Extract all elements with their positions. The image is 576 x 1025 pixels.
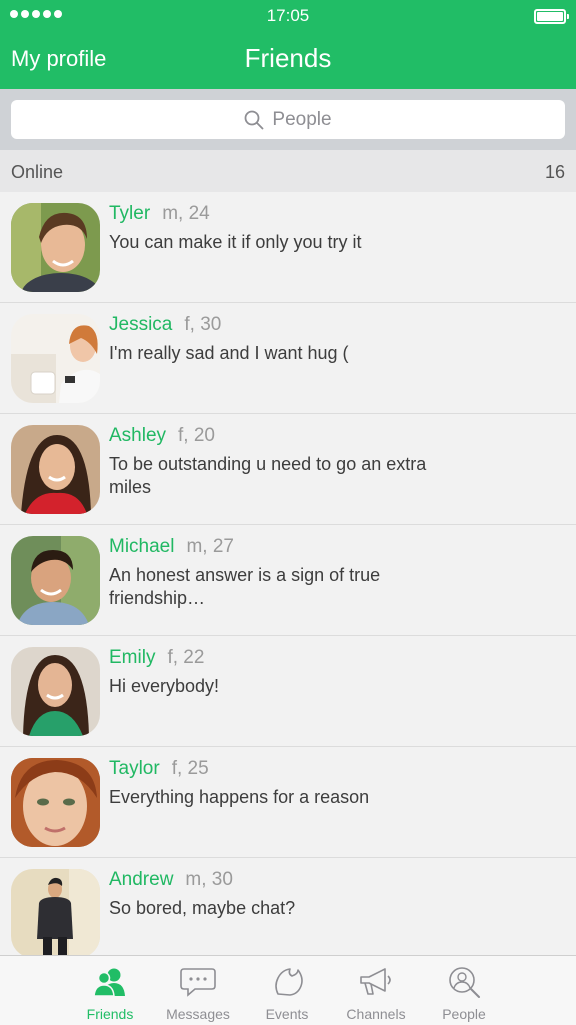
online-count: 16 <box>544 162 565 182</box>
battery-icon <box>534 9 569 24</box>
friend-name: Michael m, 27 <box>109 536 235 557</box>
friend-status-message: To be outstanding u need to go an extra … <box>109 454 427 497</box>
tab-friends[interactable]: Friends <box>66 956 154 1025</box>
friend-name: Taylor f, 25 <box>109 758 209 779</box>
my-profile-button[interactable]: My profile <box>11 46 106 72</box>
search-bar: People <box>0 89 576 150</box>
messages-icon <box>180 968 216 997</box>
friend-name: Jessica f, 30 <box>109 314 222 335</box>
friends-icon <box>93 968 125 997</box>
status-bar: 17:05 <box>0 0 576 30</box>
tab-label: Events <box>265 1006 309 1022</box>
friend-meta: m, 24 <box>162 203 210 224</box>
friends-list[interactable]: Tyler m, 24 You can make it if only you t… <box>0 192 576 955</box>
tab-label: Friends <box>86 1006 134 1022</box>
friend-status-message: I'm really sad and I want hug ( <box>109 343 349 363</box>
friend-status-message: Everything happens for a reason <box>109 787 370 807</box>
search-icon <box>245 110 264 129</box>
friend-row[interactable]: Tyler m, 24 You can make it if only you t… <box>0 192 576 303</box>
friend-name: Emily f, 22 <box>109 647 205 668</box>
top-bar: 17:05 My profile Friends <box>0 0 576 89</box>
friend-row[interactable]: Michael m, 27 An honest answer is a sign … <box>0 525 576 636</box>
avatar <box>11 314 100 403</box>
tab-label: Channels <box>346 1006 406 1022</box>
tab-bar: Friends Messages Events Channels People <box>0 955 576 1025</box>
friend-meta: m, 27 <box>186 536 235 557</box>
friend-meta: f, 22 <box>167 647 205 668</box>
avatar <box>11 536 100 625</box>
status-time: 17:05 <box>266 6 310 25</box>
friend-name: Andrew m, 30 <box>109 869 233 890</box>
friend-row[interactable]: Jessica f, 30 I'm really sad and I want h… <box>0 303 576 414</box>
tab-events[interactable]: Events <box>243 956 331 1025</box>
section-label: Online <box>11 162 64 182</box>
friend-status-message: You can make it if only you try it <box>109 232 362 252</box>
tab-channels[interactable]: Channels <box>332 956 420 1025</box>
friend-row[interactable]: Andrew m, 30 So bored, maybe chat? <box>0 858 576 955</box>
tab-label: People <box>442 1006 486 1022</box>
channels-icon <box>360 968 391 995</box>
events-icon <box>275 968 303 996</box>
friend-meta: f, 30 <box>184 314 222 335</box>
people-search-icon <box>449 967 480 998</box>
avatar <box>11 647 100 736</box>
online-section-header: Online 16 <box>0 150 576 192</box>
search-input[interactable]: People <box>11 100 565 139</box>
friend-row[interactable]: Ashley f, 20 To be outstanding u need to … <box>0 414 576 525</box>
friend-status-message: So bored, maybe chat? <box>109 898 296 918</box>
friend-meta: f, 20 <box>178 425 216 446</box>
tab-messages[interactable]: Messages <box>154 956 242 1025</box>
friend-name: Tyler m, 24 <box>109 203 210 224</box>
friend-status-message: An honest answer is a sign of true frien… <box>109 565 381 608</box>
tab-people[interactable]: People <box>420 956 508 1025</box>
tab-label: Messages <box>166 1006 230 1022</box>
avatar <box>11 758 100 847</box>
friend-status-message: Hi everybody! <box>109 676 220 696</box>
avatar <box>11 203 100 292</box>
friend-row[interactable]: Emily f, 22 Hi everybody! <box>0 636 576 747</box>
search-placeholder: People <box>272 108 332 130</box>
friend-meta: f, 25 <box>171 758 209 779</box>
friend-meta: m, 30 <box>185 869 233 890</box>
avatar <box>11 425 100 514</box>
friend-row[interactable]: Taylor f, 25 Everything happens for a rea… <box>0 747 576 858</box>
friend-name: Ashley f, 20 <box>109 425 216 446</box>
avatar <box>11 869 100 955</box>
